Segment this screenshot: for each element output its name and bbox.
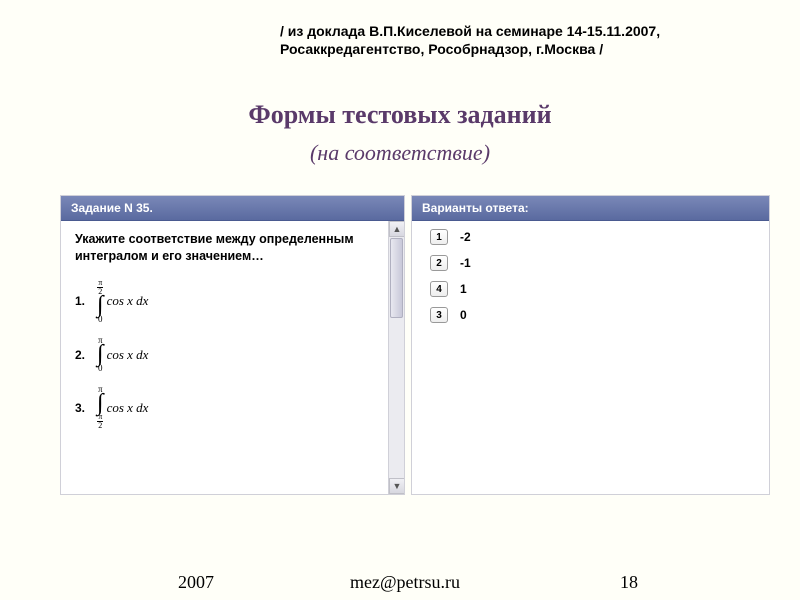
- scroll-up-button[interactable]: ▲: [389, 221, 404, 237]
- answer-box[interactable]: 4: [430, 281, 448, 297]
- answer-box[interactable]: 1: [430, 229, 448, 245]
- footer-year: 2007: [178, 572, 214, 593]
- question-panel-body: Укажите соответствие между определенным …: [61, 221, 404, 494]
- question-number: 2.: [75, 348, 97, 362]
- answer-row[interactable]: 3 0: [426, 307, 755, 323]
- scroll-thumb[interactable]: [390, 238, 403, 318]
- answer-row[interactable]: 2 -1: [426, 255, 755, 271]
- answers-panel: Варианты ответа: 1 -2 2 -1 4 1 3 0: [411, 195, 770, 495]
- integral-expression: π2 ∫ 0 cos x dx: [97, 279, 148, 324]
- footer-page-number: 18: [620, 572, 638, 593]
- answers-panel-body: 1 -2 2 -1 4 1 3 0: [412, 221, 769, 494]
- answers-panel-header: Варианты ответа:: [412, 196, 769, 221]
- answer-value: 1: [460, 282, 467, 296]
- answer-row[interactable]: 4 1: [426, 281, 755, 297]
- answer-value: 0: [460, 308, 467, 322]
- answer-box[interactable]: 2: [430, 255, 448, 271]
- slide-subtitle: (на соответствие): [0, 140, 800, 166]
- slide-title: Формы тестовых заданий: [0, 100, 800, 130]
- source-note: / из доклада В.П.Киселевой на семинаре 1…: [280, 22, 770, 58]
- content-panels: Задание N 35. Укажите соответствие между…: [60, 195, 770, 495]
- question-number: 1.: [75, 294, 97, 308]
- answer-value: -2: [460, 230, 471, 244]
- answer-box[interactable]: 3: [430, 307, 448, 323]
- footer-email: mez@petrsu.ru: [350, 572, 460, 593]
- integral-expression: π ∫ π2 cos x dx: [97, 385, 148, 430]
- scrollbar[interactable]: ▲ ▼: [388, 221, 404, 494]
- question-item: 1. π2 ∫ 0 cos x dx: [75, 279, 382, 324]
- question-prompt: Укажите соответствие между определенным …: [75, 231, 382, 265]
- question-item: 3. π ∫ π2 cos x dx: [75, 385, 382, 430]
- question-panel: Задание N 35. Укажите соответствие между…: [60, 195, 405, 495]
- question-panel-header: Задание N 35.: [61, 196, 404, 221]
- question-number: 3.: [75, 401, 97, 415]
- answer-row[interactable]: 1 -2: [426, 229, 755, 245]
- answer-value: -1: [460, 256, 471, 270]
- question-item: 2. π ∫ 0 cos x dx: [75, 336, 382, 373]
- scroll-down-button[interactable]: ▼: [389, 478, 404, 494]
- integral-expression: π ∫ 0 cos x dx: [97, 336, 148, 373]
